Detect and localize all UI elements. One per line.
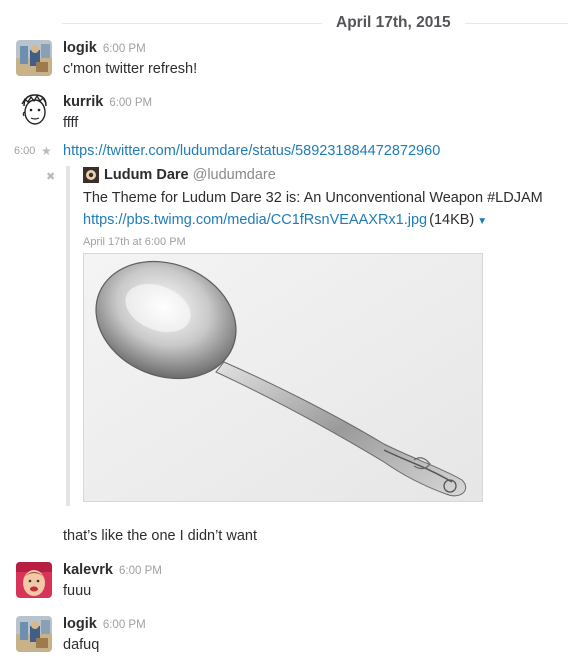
day-divider-label: April 17th, 2015: [322, 14, 465, 32]
sender-name[interactable]: kalevrk: [63, 562, 113, 578]
star-icon[interactable]: ★: [41, 144, 52, 158]
message-text: c'mon twitter refresh!: [63, 61, 198, 77]
spoon-image[interactable]: [83, 253, 483, 502]
message-timestamp[interactable]: 6:00: [14, 145, 35, 157]
message-text: that’s like the one I didn’t want: [63, 528, 257, 544]
avatar[interactable]: [16, 562, 52, 598]
message-logik-1: logik 6:00 PM c'mon twitter refresh!: [0, 38, 568, 78]
attachment-size: (14KB): [429, 212, 475, 228]
sender-name[interactable]: logik: [63, 616, 97, 632]
sender-name[interactable]: logik: [63, 40, 97, 56]
divider-line: [62, 23, 568, 24]
message-timestamp[interactable]: 6:00 PM: [103, 619, 146, 631]
attachment-author[interactable]: Ludum Dare: [104, 167, 189, 183]
message-link[interactable]: https://twitter.com/ludumdare/status/589…: [63, 143, 440, 159]
attachment-text: The Theme for Ludum Dare 32 is: An Uncon…: [83, 190, 543, 206]
message-text: fuuu: [63, 583, 92, 599]
message-timestamp[interactable]: 6:00 PM: [119, 565, 162, 577]
message-link: 6:00 ★ https://twitter.com/ludumdare/sta…: [0, 142, 568, 164]
attachment-image-link[interactable]: https://pbs.twimg.com/media/CC1fRsnVEAAX…: [83, 212, 427, 228]
tweet-attachment: Ludum Dare @ludumdare The Theme for Ludum…: [66, 166, 556, 506]
avatar[interactable]: [16, 40, 52, 76]
message-timestamp[interactable]: 6:00 PM: [109, 97, 152, 109]
sender-name[interactable]: kurrik: [63, 94, 103, 110]
attachment-date[interactable]: April 17th at 6:00 PM: [83, 236, 186, 248]
day-divider: April 17th, 2015: [0, 12, 568, 36]
message-text: ffff: [63, 115, 79, 131]
message-logik-2: logik 6:00 PM dafuq: [0, 614, 568, 659]
avatar[interactable]: [16, 616, 52, 652]
close-icon[interactable]: ✖: [46, 170, 55, 183]
message-text: dafuq: [63, 637, 100, 653]
attachment-author-avatar: [83, 167, 99, 183]
message-kurrik: kurrik 6:00 PM ffff: [0, 92, 568, 132]
avatar[interactable]: [16, 92, 52, 128]
message-timestamp[interactable]: 6:00 PM: [103, 43, 146, 55]
attachment-handle[interactable]: @ludumdare: [193, 167, 276, 183]
caret-down-icon[interactable]: ▼: [477, 216, 487, 227]
message-continuation: that’s like the one I didn’t want: [0, 527, 568, 549]
message-kalevrk: kalevrk 6:00 PM fuuu: [0, 560, 568, 600]
